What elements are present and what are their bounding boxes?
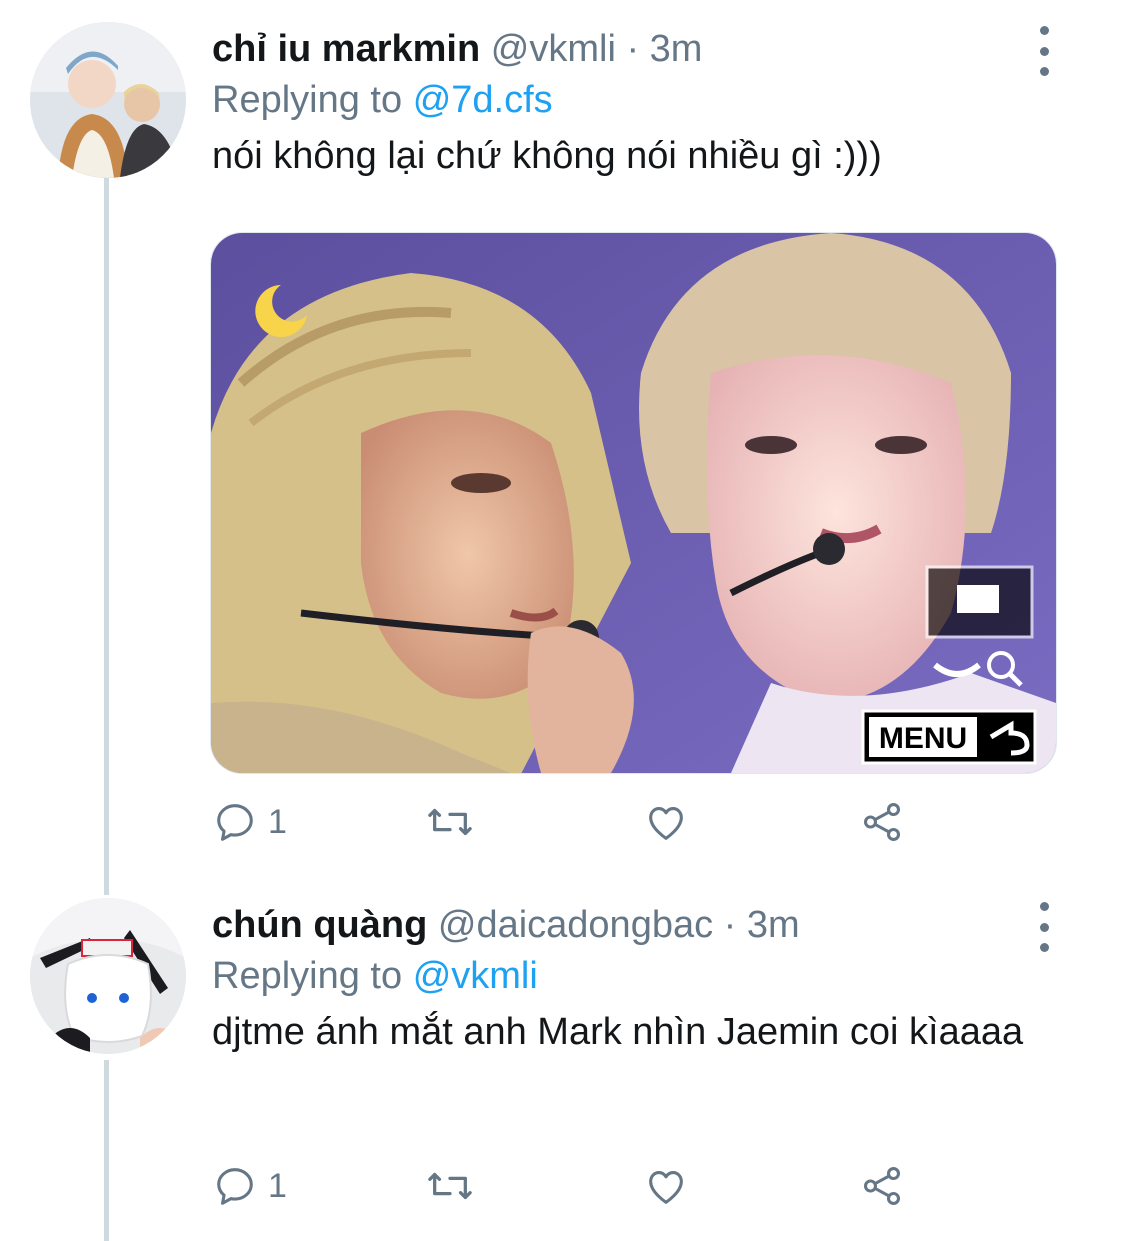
replying-to-label: Replying to: [212, 955, 403, 997]
timestamp[interactable]: 3m: [747, 904, 800, 946]
retweet-button[interactable]: [424, 792, 476, 852]
tweet-text: nói không lại chứ không nói nhiều gì :))…: [212, 135, 882, 177]
tweet-1[interactable]: chỉ iu markmin @vkmli · 3m Replying to @…: [0, 0, 1125, 890]
share-icon: [863, 803, 901, 841]
replying-to-link[interactable]: @7d.cfs: [413, 79, 553, 121]
reply-button[interactable]: 1: [212, 1156, 287, 1216]
separator-dot: ·: [723, 904, 737, 946]
replying-to-label: Replying to: [212, 79, 403, 121]
avatar-photo-icon: [30, 22, 186, 178]
media-photo: MENU: [211, 233, 1056, 773]
user-handle[interactable]: @daicadongbac: [438, 904, 713, 946]
retweet-button[interactable]: [424, 1156, 476, 1216]
replying-to: Replying to @vkmli: [212, 950, 1065, 1002]
like-button[interactable]: [642, 792, 690, 852]
display-name[interactable]: chún quàng: [212, 904, 427, 946]
heart-icon: [649, 1171, 683, 1204]
retweet-icon: [428, 1172, 472, 1200]
retweet-icon: [428, 808, 472, 836]
more-options-icon[interactable]: [1029, 902, 1059, 952]
display-name[interactable]: chỉ iu markmin: [212, 28, 480, 70]
tweet-content: chún quàng @daicadongbac · 3m Replying t…: [212, 900, 1065, 1058]
tweet-header: chún quàng @daicadongbac · 3m: [212, 900, 1065, 950]
timestamp[interactable]: 3m: [650, 28, 703, 70]
heart-icon: [649, 807, 683, 840]
tweet-content: chỉ iu markmin @vkmli · 3m Replying to @…: [212, 24, 1065, 182]
tweet-header: chỉ iu markmin @vkmli · 3m: [212, 24, 1065, 74]
avatar[interactable]: [30, 22, 186, 178]
share-button[interactable]: [858, 792, 906, 852]
separator-dot: ·: [626, 28, 640, 70]
reply-icon: [217, 1168, 253, 1205]
tweet-media-image[interactable]: MENU: [210, 232, 1057, 774]
avatar-photo-icon: [30, 898, 186, 1054]
more-options-icon[interactable]: [1029, 26, 1059, 76]
media-menu-label: MENU: [879, 722, 967, 755]
share-button[interactable]: [858, 1156, 906, 1216]
reply-button[interactable]: 1: [212, 792, 287, 852]
tweet-actions: 1: [212, 1156, 912, 1216]
reply-icon: [217, 804, 253, 841]
like-button[interactable]: [642, 1156, 690, 1216]
user-handle[interactable]: @vkmli: [491, 28, 616, 70]
avatar[interactable]: [30, 898, 186, 1054]
reply-count: 1: [268, 802, 287, 841]
tweet-actions: 1: [212, 792, 912, 852]
tweet-text: djtme ánh mắt anh Mark nhìn Jaemin coi k…: [212, 1011, 1024, 1053]
replying-to: Replying to @7d.cfs: [212, 74, 1065, 126]
reply-count: 1: [268, 1166, 287, 1205]
replying-to-link[interactable]: @vkmli: [413, 955, 538, 997]
share-icon: [863, 1167, 901, 1205]
tweet-2[interactable]: chún quàng @daicadongbac · 3m Replying t…: [0, 880, 1125, 1241]
